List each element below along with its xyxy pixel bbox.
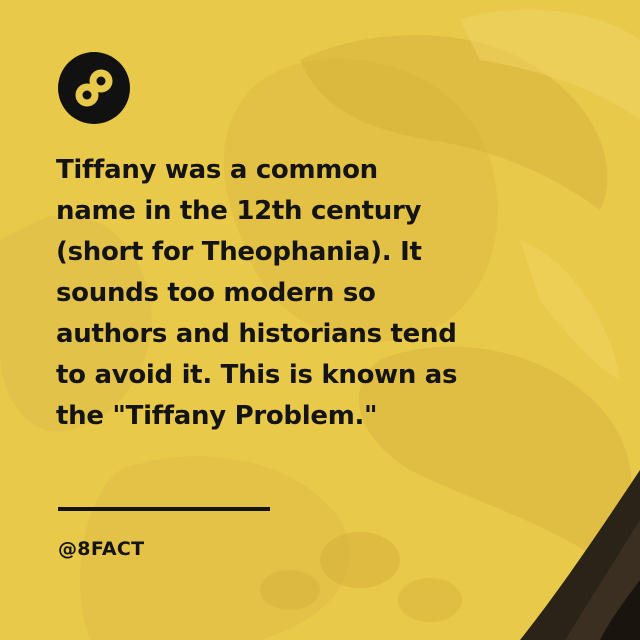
divider — [58, 507, 270, 511]
fact-line: authors and historians tend — [56, 319, 457, 349]
fact-card: Tiffany was a common name in the 12th ce… — [0, 0, 640, 640]
account-handle: @8FACT — [58, 538, 145, 560]
fact-line: sounds too modern so — [56, 278, 376, 308]
brand-logo — [58, 52, 130, 124]
fact-text: Tiffany was a common name in the 12th ce… — [56, 150, 536, 437]
fact-line: (short for Theophania). It — [56, 237, 422, 267]
fact-line: to avoid it. This is known as — [56, 360, 458, 390]
infinity-8-icon — [75, 69, 113, 107]
fact-line: the "Tiffany Problem." — [56, 401, 378, 431]
fact-line: name in the 12th century — [56, 196, 422, 226]
fact-line: Tiffany was a common — [56, 155, 378, 185]
